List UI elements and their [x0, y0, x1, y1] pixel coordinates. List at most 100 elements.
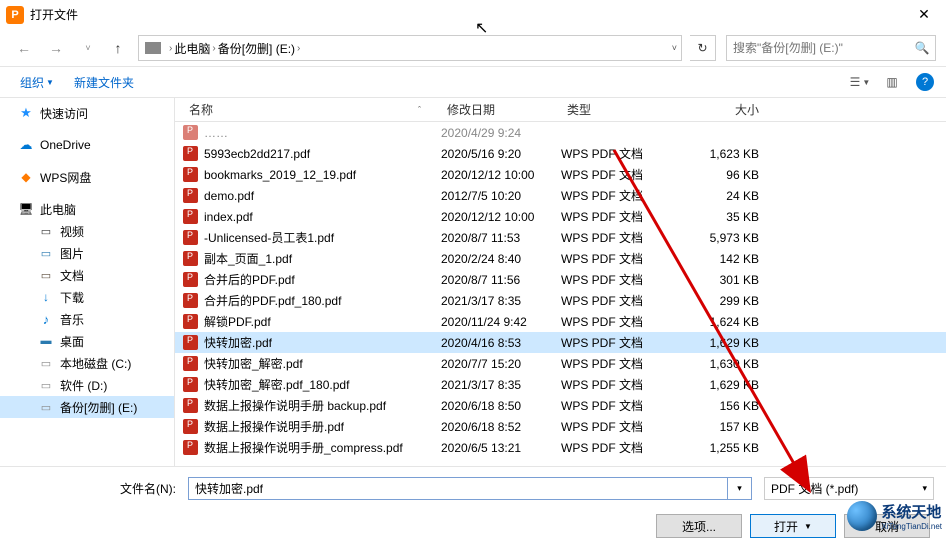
- sidebar-onedrive[interactable]: OneDrive: [0, 134, 174, 156]
- sidebar-downloads[interactable]: 下载: [0, 286, 174, 308]
- sidebar-wps[interactable]: WPS网盘: [0, 166, 174, 188]
- col-type[interactable]: 类型: [561, 101, 679, 118]
- file-size: 156 KB: [679, 399, 779, 413]
- sidebar-videos[interactable]: 视频: [0, 220, 174, 242]
- file-type: WPS PDF 文档: [561, 187, 679, 204]
- sidebar-documents[interactable]: 文档: [0, 264, 174, 286]
- view-button[interactable]: ☰▼: [846, 70, 874, 94]
- file-name: 数据上报操作说明手册 backup.pdf: [204, 397, 386, 414]
- file-type: WPS PDF 文档: [561, 229, 679, 246]
- breadcrumb-dropdown[interactable]: ˅: [672, 43, 677, 53]
- newfolder-button[interactable]: 新建文件夹: [66, 70, 142, 95]
- col-name[interactable]: 名称ˆ: [183, 101, 441, 118]
- file-date: 2020/12/12 10:00: [441, 210, 561, 224]
- open-button[interactable]: 打开▼: [750, 514, 836, 538]
- organize-button[interactable]: 组织▼: [12, 70, 62, 95]
- file-row[interactable]: …… 2020/4/29 9:24: [175, 122, 946, 143]
- file-type: WPS PDF 文档: [561, 313, 679, 330]
- sidebar-drive-c[interactable]: 本地磁盘 (C:): [0, 352, 174, 374]
- file-row[interactable]: demo.pdf2012/7/5 10:20WPS PDF 文档24 KB: [175, 185, 946, 206]
- file-type: WPS PDF 文档: [561, 145, 679, 162]
- col-date[interactable]: 修改日期: [441, 101, 561, 118]
- sidebar-this-pc[interactable]: 此电脑: [0, 198, 174, 220]
- up-button[interactable]: ↑: [106, 36, 130, 60]
- pdf-icon: [183, 125, 198, 140]
- breadcrumb-pc[interactable]: 此电脑: [174, 40, 210, 57]
- pdf-icon: [183, 335, 198, 350]
- file-row[interactable]: 快转加密_解密.pdf2020/7/7 15:20WPS PDF 文档1,630…: [175, 353, 946, 374]
- file-size: 1,629 KB: [679, 378, 779, 392]
- sidebar-desktop[interactable]: 桌面: [0, 330, 174, 352]
- picture-icon: [38, 246, 54, 260]
- pdf-icon: [183, 377, 198, 392]
- search-input[interactable]: [727, 41, 909, 55]
- cloud-icon: [18, 138, 34, 152]
- file-type: WPS PDF 文档: [561, 271, 679, 288]
- breadcrumb[interactable]: › 此电脑 › 备份[勿删] (E:) › ˅: [138, 35, 682, 61]
- file-row[interactable]: 快转加密_解密.pdf_180.pdf2021/3/17 8:35WPS PDF…: [175, 374, 946, 395]
- close-button[interactable]: ✕: [902, 0, 946, 30]
- file-date: 2020/7/7 15:20: [441, 357, 561, 371]
- history-dropdown[interactable]: ˅: [74, 34, 102, 62]
- document-icon: [38, 268, 54, 282]
- file-row[interactable]: 数据上报操作说明手册_compress.pdf2020/6/5 13:21WPS…: [175, 437, 946, 458]
- file-date: 2021/3/17 8:35: [441, 294, 561, 308]
- file-row[interactable]: bookmarks_2019_12_19.pdf2020/12/12 10:00…: [175, 164, 946, 185]
- file-row[interactable]: 快转加密.pdf2020/4/16 8:53WPS PDF 文档1,629 KB: [175, 332, 946, 353]
- preview-pane-button[interactable]: ▥: [878, 70, 906, 94]
- file-row[interactable]: 解锁PDF.pdf2020/11/24 9:42WPS PDF 文档1,624 …: [175, 311, 946, 332]
- pdf-icon: [183, 251, 198, 266]
- breadcrumb-drive[interactable]: 备份[勿删] (E:): [218, 40, 295, 57]
- file-row[interactable]: 合并后的PDF.pdf2020/8/7 11:56WPS PDF 文档301 K…: [175, 269, 946, 290]
- drive-icon: [38, 356, 54, 370]
- file-type: WPS PDF 文档: [561, 439, 679, 456]
- filename-dropdown[interactable]: ▾: [728, 477, 752, 500]
- pdf-icon: [183, 146, 198, 161]
- file-row[interactable]: 数据上报操作说明手册.pdf2020/6/18 8:52WPS PDF 文档15…: [175, 416, 946, 437]
- file-row[interactable]: -Unlicensed-员工表1.pdf2020/8/7 11:53WPS PD…: [175, 227, 946, 248]
- file-size: 24 KB: [679, 189, 779, 203]
- help-button[interactable]: ?: [916, 73, 934, 91]
- file-name: 快转加密_解密.pdf_180.pdf: [204, 376, 349, 393]
- sidebar-pictures[interactable]: 图片: [0, 242, 174, 264]
- pdf-icon: [183, 272, 198, 287]
- file-row[interactable]: 合并后的PDF.pdf_180.pdf2021/3/17 8:35WPS PDF…: [175, 290, 946, 311]
- back-button[interactable]: ←: [10, 34, 38, 62]
- col-size[interactable]: 大小: [679, 101, 779, 118]
- file-name: 合并后的PDF.pdf: [204, 271, 295, 288]
- options-button[interactable]: 选项...: [656, 514, 742, 538]
- file-size: 1,623 KB: [679, 147, 779, 161]
- file-row[interactable]: 数据上报操作说明手册 backup.pdf2020/6/18 8:50WPS P…: [175, 395, 946, 416]
- forward-button[interactable]: →: [42, 34, 70, 62]
- file-date: 2020/2/24 8:40: [441, 252, 561, 266]
- refresh-button[interactable]: ↻: [690, 35, 716, 61]
- app-icon: P: [6, 6, 24, 24]
- file-name: 副本_页面_1.pdf: [204, 250, 292, 267]
- filetype-filter[interactable]: PDF 文档 (*.pdf)▾: [764, 477, 934, 500]
- pdf-icon: [183, 356, 198, 371]
- file-name: 解锁PDF.pdf: [204, 313, 271, 330]
- star-icon: [18, 106, 34, 120]
- watermark: 系统天地 XiTongTianDi.net: [847, 501, 942, 531]
- file-row[interactable]: 副本_页面_1.pdf2020/2/24 8:40WPS PDF 文档142 K…: [175, 248, 946, 269]
- file-size: 299 KB: [679, 294, 779, 308]
- file-date: 2020/4/16 8:53: [441, 336, 561, 350]
- sidebar-drive-d[interactable]: 软件 (D:): [0, 374, 174, 396]
- file-row[interactable]: 5993ecb2dd217.pdf2020/5/16 9:20WPS PDF 文…: [175, 143, 946, 164]
- desktop-icon: [38, 334, 54, 348]
- file-date: 2020/5/16 9:20: [441, 147, 561, 161]
- file-size: 1,255 KB: [679, 441, 779, 455]
- pdf-icon: [183, 440, 198, 455]
- music-icon: [38, 312, 54, 326]
- sidebar-drive-e[interactable]: 备份[勿删] (E:): [0, 396, 174, 418]
- file-type: WPS PDF 文档: [561, 208, 679, 225]
- sidebar-quick-access[interactable]: 快速访问: [0, 102, 174, 124]
- search-icon[interactable]: 🔍: [909, 41, 935, 55]
- file-row[interactable]: index.pdf2020/12/12 10:00WPS PDF 文档35 KB: [175, 206, 946, 227]
- file-name: index.pdf: [204, 210, 253, 224]
- pc-icon: [18, 202, 34, 216]
- drive-icon: [38, 378, 54, 392]
- filename-input[interactable]: 快转加密.pdf: [188, 477, 728, 500]
- search-box[interactable]: 🔍: [726, 35, 936, 61]
- sidebar-music[interactable]: 音乐: [0, 308, 174, 330]
